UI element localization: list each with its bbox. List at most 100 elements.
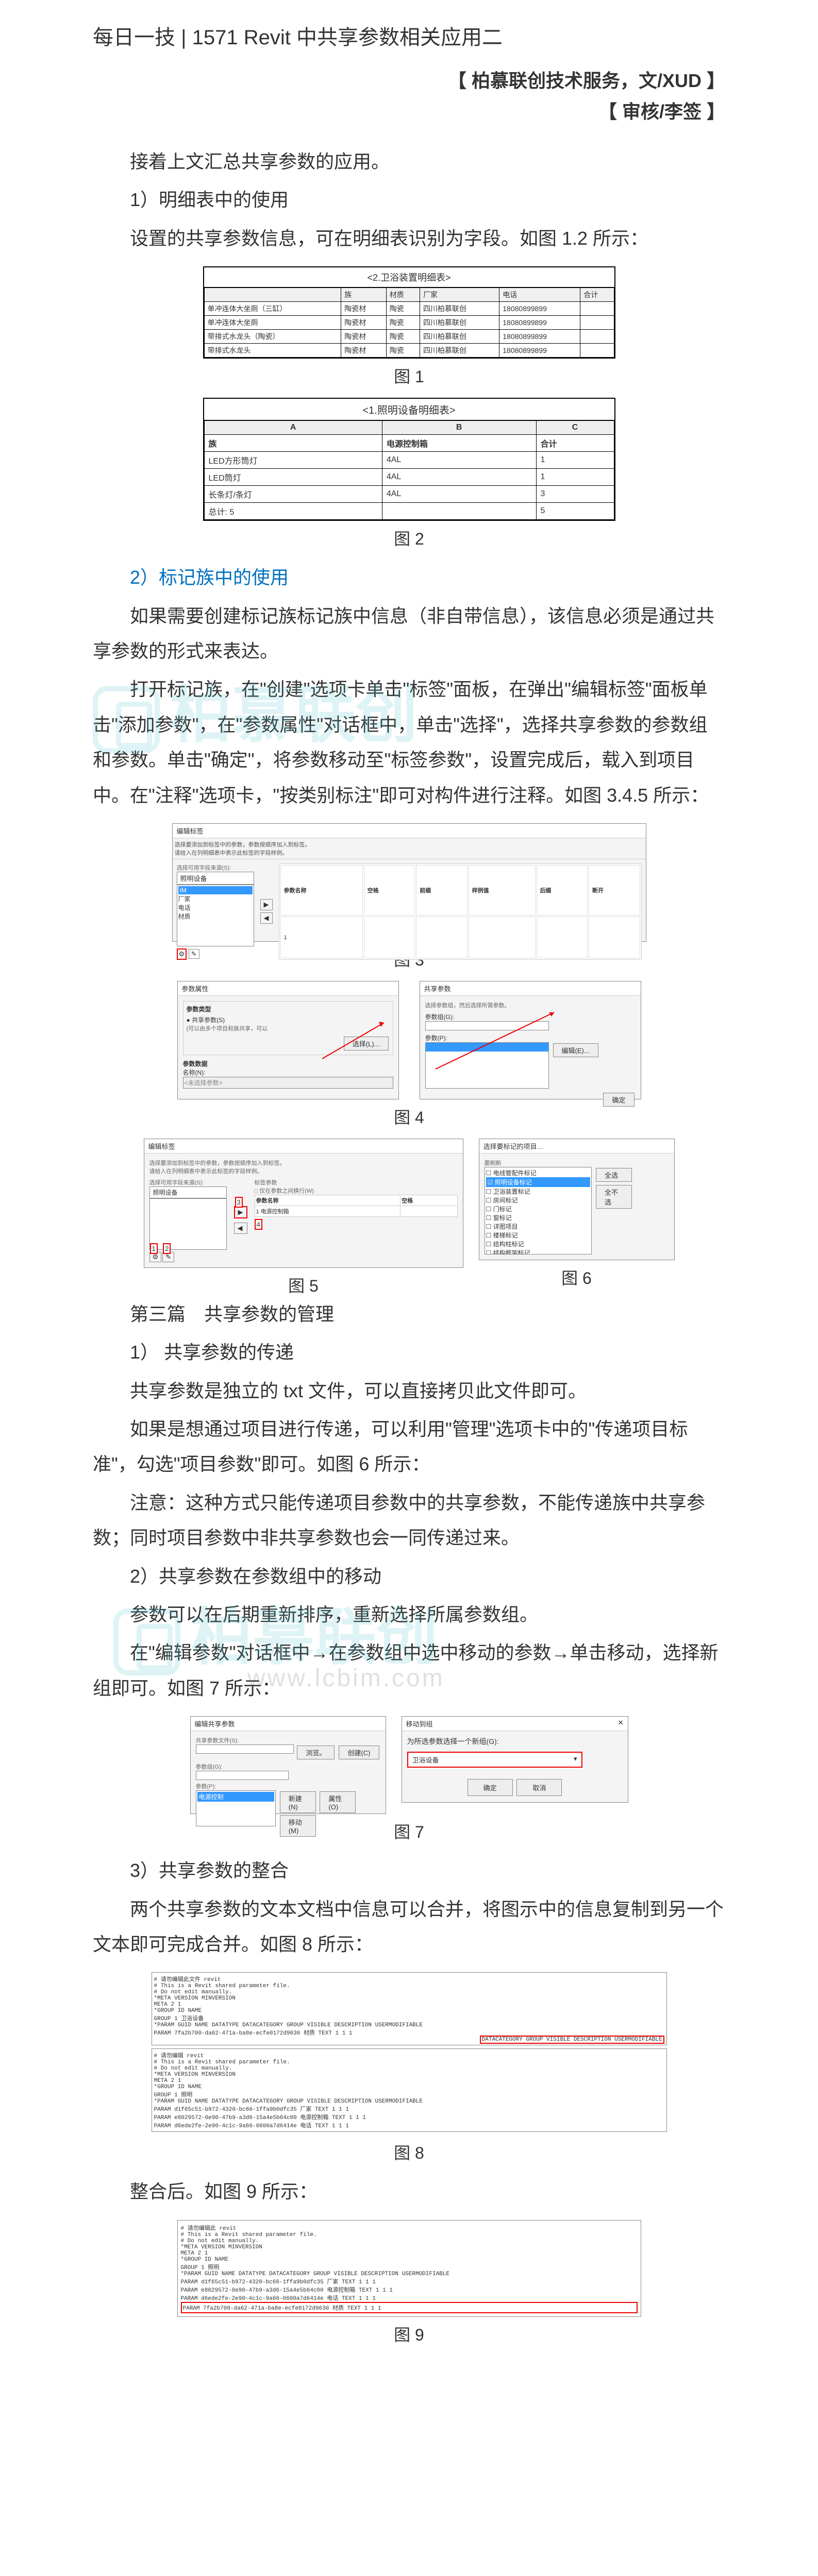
figure-4-left-dialog: 参数属性 参数类型 ● 共享参数(S) (可以由多个项目和族共享，可以 选择(L… — [177, 981, 399, 1099]
article-title: 每日一技 | 1571 Revit 中共享参数相关应用二 — [93, 21, 725, 50]
fig6-item-list[interactable]: ☐ 电线管配件标记☑ 照明设备标记☐ 卫浴装置标记☐ 房间标记☐ 门标记☐ 窗标… — [485, 1167, 592, 1255]
fig7l-prop-button[interactable]: 属性(O) — [320, 1791, 356, 1813]
fig7l-group-label: 参数组(G): — [196, 1762, 380, 1771]
fig5-field-list[interactable] — [149, 1198, 227, 1250]
fig5-caption: 图 5 — [144, 1273, 463, 1297]
fig3-move-right-button[interactable]: ▶ — [260, 899, 273, 910]
fig1-title: <2.卫浴装置明细表> — [204, 267, 614, 287]
fig8-highlight-cols: DATACATEGORY GROUP VISIBLE DESCRIPTION U… — [480, 2036, 664, 2044]
fig4l-shared-radio[interactable]: ● 共享参数(S) — [187, 1015, 390, 1024]
section-1-p1: 设置的共享参数信息，可在明细表识别为字段。如图 1.2 所示： — [93, 221, 725, 256]
fig7r-prompt: 为所选参数选择一个新组(G): — [407, 1736, 623, 1747]
fig6-group-label: 要刷新 — [485, 1159, 669, 1167]
fig7r-close-icon[interactable]: ✕ — [618, 1719, 624, 1728]
fig4l-name-label: 名称(N): — [183, 1068, 393, 1077]
fig5-move-right-button[interactable]: ▶3 — [234, 1206, 247, 1218]
fig7l-title: 编辑共享参数 — [191, 1717, 386, 1731]
fig3-note1: 选择要添加到标签中的参数，参数按顺序加入到标签。 — [175, 842, 311, 848]
fig3-edit-button[interactable]: ✎ — [189, 949, 199, 959]
fig5-marker-1: 1 — [150, 1243, 158, 1254]
fig6-none-button[interactable]: 全不选 — [596, 1185, 632, 1209]
figure-3-dialog: 编辑标签 选择要添加到标签中的参数，参数按顺序加入到标签。 请给入在列明细表中表… — [172, 823, 646, 942]
fig5-btn-2[interactable]: ✎2 — [162, 1252, 174, 1262]
figure-5-dialog: 编辑标签 选择要添加到标签中的参数，参数按顺序加入到标签。 请给入在列明细表中表… — [144, 1139, 463, 1268]
fig7l-browse-button[interactable]: 浏览。 — [297, 1745, 335, 1759]
fig9-highlight-row: PARAM 7fa2b700-da62-471a-ba8e-ecfe0172d9… — [181, 2302, 638, 2313]
fig7l-create-button[interactable]: 创建(C) — [339, 1745, 379, 1759]
section-3-p3: 注意：这种方式只能传递项目参数中的共享参数，不能传递族中共享参数；同时项目参数中… — [93, 1485, 725, 1556]
fig5-marker-2: 2 — [163, 1243, 171, 1254]
fig7r-title: 移动到组 — [406, 1719, 433, 1728]
fig4r-group-label: 参数组(G): — [425, 1012, 636, 1021]
fig4r-param-list[interactable] — [425, 1042, 549, 1089]
fig4l-name-field: <未选择参数> — [183, 1077, 393, 1089]
fig4r-ok-button[interactable]: 确定 — [603, 1093, 634, 1107]
chevron-down-icon: ▾ — [574, 1755, 577, 1765]
figure-8-text-blocks: # 请勿编辑此文件 revit# This is a Revit shared … — [152, 1972, 667, 2135]
fig3-group-label: 选择可用字段来源(S): — [177, 863, 254, 872]
fig7l-param-list[interactable]: 电源控制 — [196, 1790, 276, 1826]
review-byline: 【 审核/李签 】 — [93, 97, 725, 124]
figure-1-table: <2.卫浴装置明细表> 族材质厂家电话合计 单冲连体大坐厕（三缸）陶瓷材陶瓷四川… — [203, 266, 615, 359]
fig5-move-left-button[interactable]: ◀ — [234, 1223, 247, 1234]
section-2-p2: 打开标记族，在"创建"选项卡单击"标签"面板，在弹出"编辑标签"面板单击"添加参… — [93, 672, 725, 813]
figure-7-right-dialog: 移动到组 ✕ 为所选参数选择一个新组(G): 卫浴设备▾ 确定 取消 — [402, 1716, 628, 1803]
fig6-all-button[interactable]: 全选 — [596, 1168, 632, 1182]
fig2-caption: 图 2 — [93, 526, 725, 550]
fig7l-param-item[interactable]: 电源控制 — [197, 1792, 274, 1802]
fig3-field-list[interactable]: IM厂家电话材质 — [177, 885, 254, 946]
fig4l-select-button[interactable]: 选择(L)... — [344, 1037, 389, 1050]
fig5-group-label: 选择可用字段来源(S): — [149, 1178, 227, 1187]
section-3-2: 2）共享参数在参数组中的移动 — [93, 1559, 725, 1594]
fig3-group-combo[interactable]: 照明设备 — [177, 872, 254, 885]
section-1-heading: 1）明细表中的使用 — [93, 182, 725, 217]
section-3-p4: 参数可以在后期重新排序，重新选择所属参数组。 — [93, 1597, 725, 1632]
fig3-move-left-button[interactable]: ◀ — [260, 912, 273, 924]
figure-9-text-block: # 请勿编辑此 revit# This is a Revit shared pa… — [177, 2220, 641, 2317]
fig3-label-table: 参数名称空格前缀样例值后缀断开 1 — [279, 863, 642, 960]
intro-paragraph: 接着上文汇总共享参数的应用。 — [93, 144, 725, 179]
fig3-note2: 请给入在列明细表中表示此标签的字段样例。 — [175, 850, 288, 856]
section-3-p7: 整合后。如图 9 所示： — [93, 2174, 725, 2209]
fig4r-param-label: 参数(P): — [425, 1033, 636, 1042]
figure-2-table: <1.照明设备明细表> ABC 族电源控制箱合计 LED方形筒灯4AL1LED筒… — [203, 398, 615, 521]
section-3-p2: 如果是想通过项目进行传递，可以利用"管理"选项卡中的"传递项目标准"，勾选"项目… — [93, 1412, 725, 1482]
fig7r-ok-button[interactable]: 确定 — [468, 1779, 513, 1796]
section-3-p1: 共享参数是独立的 txt 文件，可以直接拷贝此文件即可。 — [93, 1374, 725, 1409]
section-3-3: 3）共享参数的整合 — [93, 1853, 725, 1888]
fig4l-shared-note: (可以由多个项目和族共享，可以 — [187, 1024, 390, 1032]
section-3-1: 1） 共享参数的传递 — [93, 1335, 725, 1370]
fig1-caption: 图 1 — [93, 364, 725, 387]
fig5-marker-4: 4 — [255, 1219, 262, 1230]
fig9-caption: 图 9 — [93, 2322, 725, 2346]
fig5-title: 编辑标签 — [144, 1139, 463, 1154]
fig7l-file-field[interactable] — [196, 1744, 294, 1754]
fig7l-file-label: 共享参数文件(S): — [196, 1736, 380, 1744]
figure-4-right-dialog: 共享参数 选择参数组，然后选择所需参数。 参数组(G): 参数(P): 编辑(E… — [420, 981, 641, 1099]
fig5-btn-1[interactable]: ⚙1 — [149, 1252, 162, 1262]
fig5-wrap-check[interactable]: □ 仅在参数之间换行(W) — [255, 1187, 458, 1195]
fig4r-title: 共享参数 — [420, 981, 641, 996]
fig5-group-combo[interactable]: 照明设备 — [149, 1187, 227, 1198]
fig4l-title: 参数属性 — [178, 981, 398, 996]
fig7r-cancel-button[interactable]: 取消 — [516, 1779, 562, 1796]
figure-7-left-dialog: 编辑共享参数 共享参数文件(S): 浏览。 创建(C) 参数组(G): 参数(P… — [190, 1716, 386, 1814]
fig7l-new-button[interactable]: 新建(N) — [280, 1791, 316, 1813]
fig7-caption: 图 7 — [93, 1819, 725, 1843]
fig4r-note: 选择参数组，然后选择所需参数。 — [425, 1001, 636, 1009]
author-byline: 【 柏慕联创技术服务，文/XUD 】 — [93, 66, 725, 93]
fig7r-group-combo[interactable]: 卫浴设备▾ — [407, 1752, 582, 1768]
fig3-add-param-button[interactable]: ⚙ — [177, 948, 187, 960]
fig7l-group-combo[interactable] — [196, 1771, 289, 1780]
fig4r-group-combo[interactable] — [425, 1021, 549, 1030]
figure-6-dialog: 选择要标记的项目… 要刷新 ☐ 电线管配件标记☑ 照明设备标记☐ 卫浴装置标记☐… — [479, 1139, 675, 1260]
fig5-right-label: 标签参数 — [255, 1178, 458, 1187]
section-3-p6: 两个共享参数的文本文档中信息可以合并，将图示中的信息复制到另一个文本即可完成合并… — [93, 1892, 725, 1962]
fig7l-param-label: 参数(P): — [196, 1782, 380, 1790]
fig7l-move-button[interactable]: 移动(M) — [280, 1815, 316, 1837]
section-2-heading: 2）标记族中的使用 — [93, 560, 725, 595]
fig8-caption: 图 8 — [93, 2140, 725, 2164]
fig2-title: <1.照明设备明细表> — [204, 399, 614, 420]
fig3-title: 编辑标签 — [173, 824, 646, 838]
fig4r-edit-button[interactable]: 编辑(E)... — [553, 1043, 598, 1057]
